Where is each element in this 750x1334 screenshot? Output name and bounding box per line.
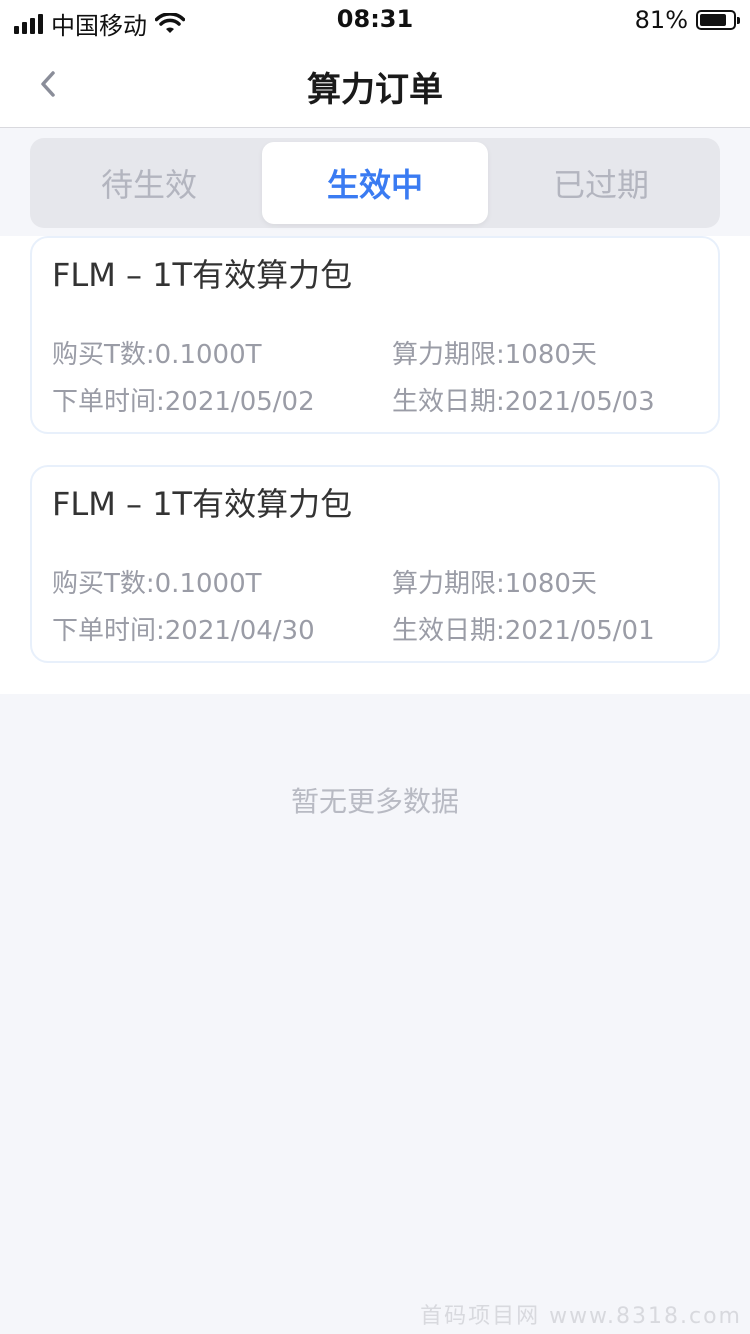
page-title: 算力订单 (307, 70, 443, 110)
order-card[interactable]: FLM – 1T有效算力包 购买T数:0.1000T 算力期限:1080天 下单… (30, 465, 720, 663)
order-card[interactable]: FLM – 1T有效算力包 购买T数:0.1000T 算力期限:1080天 下单… (30, 236, 720, 434)
battery-percent: 81% (634, 6, 688, 34)
order-effective-date: 生效日期:2021/05/03 (392, 387, 655, 417)
battery-icon (696, 10, 740, 30)
order-purchase: 购买T数:0.1000T (52, 340, 262, 370)
watermark: 首码项目网 www.8318.com (420, 1304, 742, 1329)
order-time: 下单时间:2021/05/02 (52, 387, 315, 417)
segmented-control: 待生效 生效中 已过期 (30, 138, 720, 228)
order-title: FLM – 1T有效算力包 (52, 485, 353, 523)
status-bar: 中国移动 08:31 81% (0, 0, 750, 40)
order-time: 下单时间:2021/04/30 (52, 616, 315, 646)
tab-expired[interactable]: 已过期 (488, 142, 714, 224)
tab-pending[interactable]: 待生效 (36, 142, 262, 224)
order-list: FLM – 1T有效算力包 购买T数:0.1000T 算力期限:1080天 下单… (0, 236, 750, 694)
order-effective-date: 生效日期:2021/05/01 (392, 616, 655, 646)
order-term: 算力期限:1080天 (392, 569, 597, 599)
no-more-data-text: 暂无更多数据 (290, 785, 459, 818)
status-right: 81% (634, 6, 740, 34)
order-term: 算力期限:1080天 (392, 340, 597, 370)
order-purchase: 购买T数:0.1000T (52, 569, 262, 599)
battery-fill (700, 14, 726, 26)
order-title: FLM – 1T有效算力包 (52, 256, 353, 294)
tab-active[interactable]: 生效中 (262, 142, 488, 224)
tabs-container: 待生效 生效中 已过期 (0, 128, 750, 236)
nav-bar: 算力订单 (0, 40, 750, 128)
